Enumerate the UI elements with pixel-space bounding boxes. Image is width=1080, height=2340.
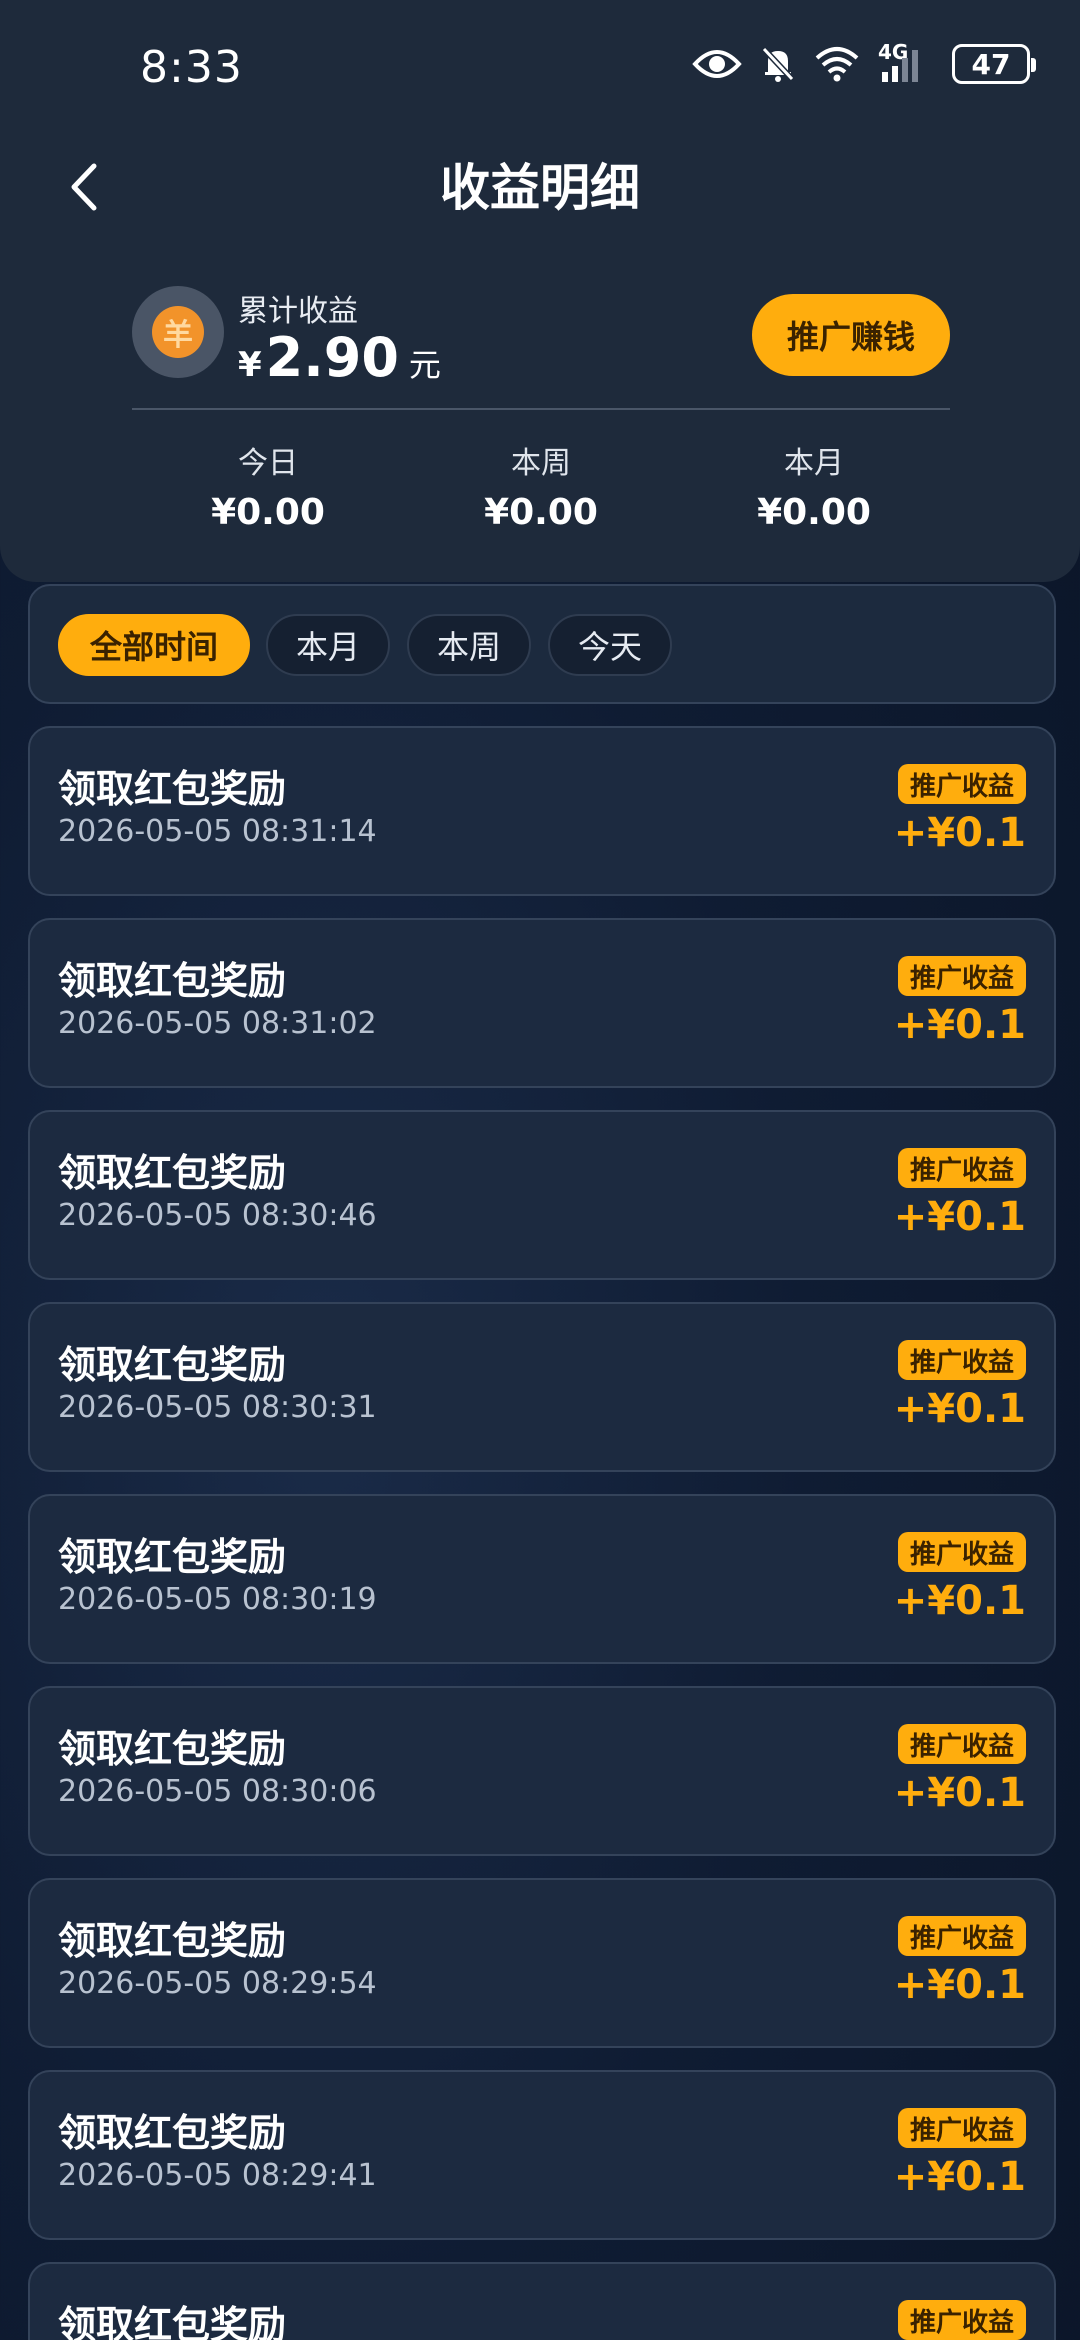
wifi-icon (814, 46, 860, 82)
record-type-badge: 推广收益 (897, 2300, 1026, 2340)
record-title: 领取红包奖励 (58, 959, 287, 1003)
record-title: 领取红包奖励 (58, 1151, 287, 1195)
record-time: 2026-05-05 08:30:19 (58, 1582, 377, 1617)
earning-record[interactable]: 领取红包奖励 推广收益 (28, 2262, 1056, 2340)
coin-icon: 羊 (132, 286, 224, 378)
record-type-badge: 推广收益 (897, 956, 1026, 996)
earning-record[interactable]: 领取红包奖励 2026-05-05 08:30:06 推广收益 +¥0.1 (28, 1686, 1056, 1856)
time-filter-bar: 全部时间 本月 本周 今天 (28, 584, 1056, 704)
promote-earn-button[interactable]: 推广赚钱 (752, 294, 950, 376)
signal-icon: 4G (878, 40, 934, 84)
filter-all-time[interactable]: 全部时间 (58, 614, 250, 676)
record-type-badge: 推广收益 (897, 764, 1026, 804)
stat-value: ¥0.00 (484, 492, 598, 533)
stat-label: 本月 (784, 446, 844, 481)
page-title: 收益明细 (440, 159, 640, 217)
record-amount: +¥0.1 (893, 1578, 1026, 1624)
record-amount: +¥0.1 (893, 1770, 1026, 1816)
currency-symbol: ¥ (238, 345, 262, 385)
status-time: 8:33 (140, 42, 243, 93)
record-time: 2026-05-05 08:31:14 (58, 814, 377, 849)
stat-today: 今日 ¥0.00 (168, 438, 368, 533)
stat-label: 本周 (511, 446, 571, 481)
earning-record[interactable]: 领取红包奖励 2026-05-05 08:30:46 推广收益 +¥0.1 (28, 1110, 1056, 1280)
header-card: 8:33 4G 47 收益明细 羊 累计收益 ¥ 2.90 元 推广赚钱 今日 … (0, 0, 1080, 582)
coin-symbol: 羊 (152, 306, 204, 358)
earning-record[interactable]: 领取红包奖励 2026-05-05 08:29:54 推广收益 +¥0.1 (28, 1878, 1056, 2048)
record-amount: +¥0.1 (893, 1002, 1026, 1048)
record-amount: +¥0.1 (893, 810, 1026, 856)
record-type-badge: 推广收益 (897, 2108, 1026, 2148)
filter-today[interactable]: 今天 (548, 614, 672, 676)
bell-muted-icon (760, 45, 796, 83)
record-type-badge: 推广收益 (897, 1532, 1026, 1572)
record-time: 2026-05-05 08:31:02 (58, 1006, 377, 1041)
earning-record[interactable]: 领取红包奖励 2026-05-05 08:29:41 推广收益 +¥0.1 (28, 2070, 1056, 2240)
stat-week: 本周 ¥0.00 (441, 438, 641, 533)
record-title: 领取红包奖励 (58, 1343, 287, 1387)
status-bar: 8:33 4G 47 (0, 0, 1080, 130)
stat-value: ¥0.00 (211, 492, 325, 533)
record-time: 2026-05-05 08:29:54 (58, 1966, 377, 2001)
record-amount: +¥0.1 (893, 1194, 1026, 1240)
record-amount: +¥0.1 (893, 1962, 1026, 2008)
filter-this-week[interactable]: 本周 (407, 614, 531, 676)
record-title: 领取红包奖励 (58, 1919, 287, 1963)
record-title: 领取红包奖励 (58, 1535, 287, 1579)
record-time: 2026-05-05 08:30:46 (58, 1198, 377, 1233)
record-time: 2026-05-05 08:29:41 (58, 2158, 377, 2193)
stat-value: ¥0.00 (757, 492, 871, 533)
earning-record[interactable]: 领取红包奖励 2026-05-05 08:31:14 推广收益 +¥0.1 (28, 726, 1056, 896)
battery-indicator: 47 (952, 44, 1036, 84)
total-earnings-amount: ¥ 2.90 元 (238, 326, 441, 389)
earning-record[interactable]: 领取红包奖励 2026-05-05 08:30:31 推广收益 +¥0.1 (28, 1302, 1056, 1472)
total-earnings-value: 2.90 (265, 326, 399, 389)
stat-month: 本月 ¥0.00 (714, 438, 914, 533)
record-type-badge: 推广收益 (897, 1340, 1026, 1380)
stat-label: 今日 (238, 446, 298, 481)
filter-this-month[interactable]: 本月 (266, 614, 390, 676)
earning-record[interactable]: 领取红包奖励 2026-05-05 08:30:19 推广收益 +¥0.1 (28, 1494, 1056, 1664)
earning-record[interactable]: 领取红包奖励 2026-05-05 08:31:02 推广收益 +¥0.1 (28, 918, 1056, 1088)
record-type-badge: 推广收益 (897, 1724, 1026, 1764)
record-time: 2026-05-05 08:30:31 (58, 1390, 377, 1425)
record-title: 领取红包奖励 (58, 1727, 287, 1771)
record-type-badge: 推广收益 (897, 1148, 1026, 1188)
divider (132, 408, 950, 410)
record-title: 领取红包奖励 (58, 767, 287, 811)
record-amount: +¥0.1 (893, 2154, 1026, 2200)
record-title: 领取红包奖励 (58, 2303, 287, 2340)
total-earnings-label: 累计收益 (238, 294, 358, 329)
record-title: 领取红包奖励 (58, 2111, 287, 2155)
record-type-badge: 推广收益 (897, 1916, 1026, 1956)
record-amount: +¥0.1 (893, 1386, 1026, 1432)
eye-icon (692, 46, 742, 82)
record-time: 2026-05-05 08:30:06 (58, 1774, 377, 1809)
status-icons: 4G 47 (692, 40, 1036, 84)
total-earnings-unit: 元 (408, 346, 441, 384)
